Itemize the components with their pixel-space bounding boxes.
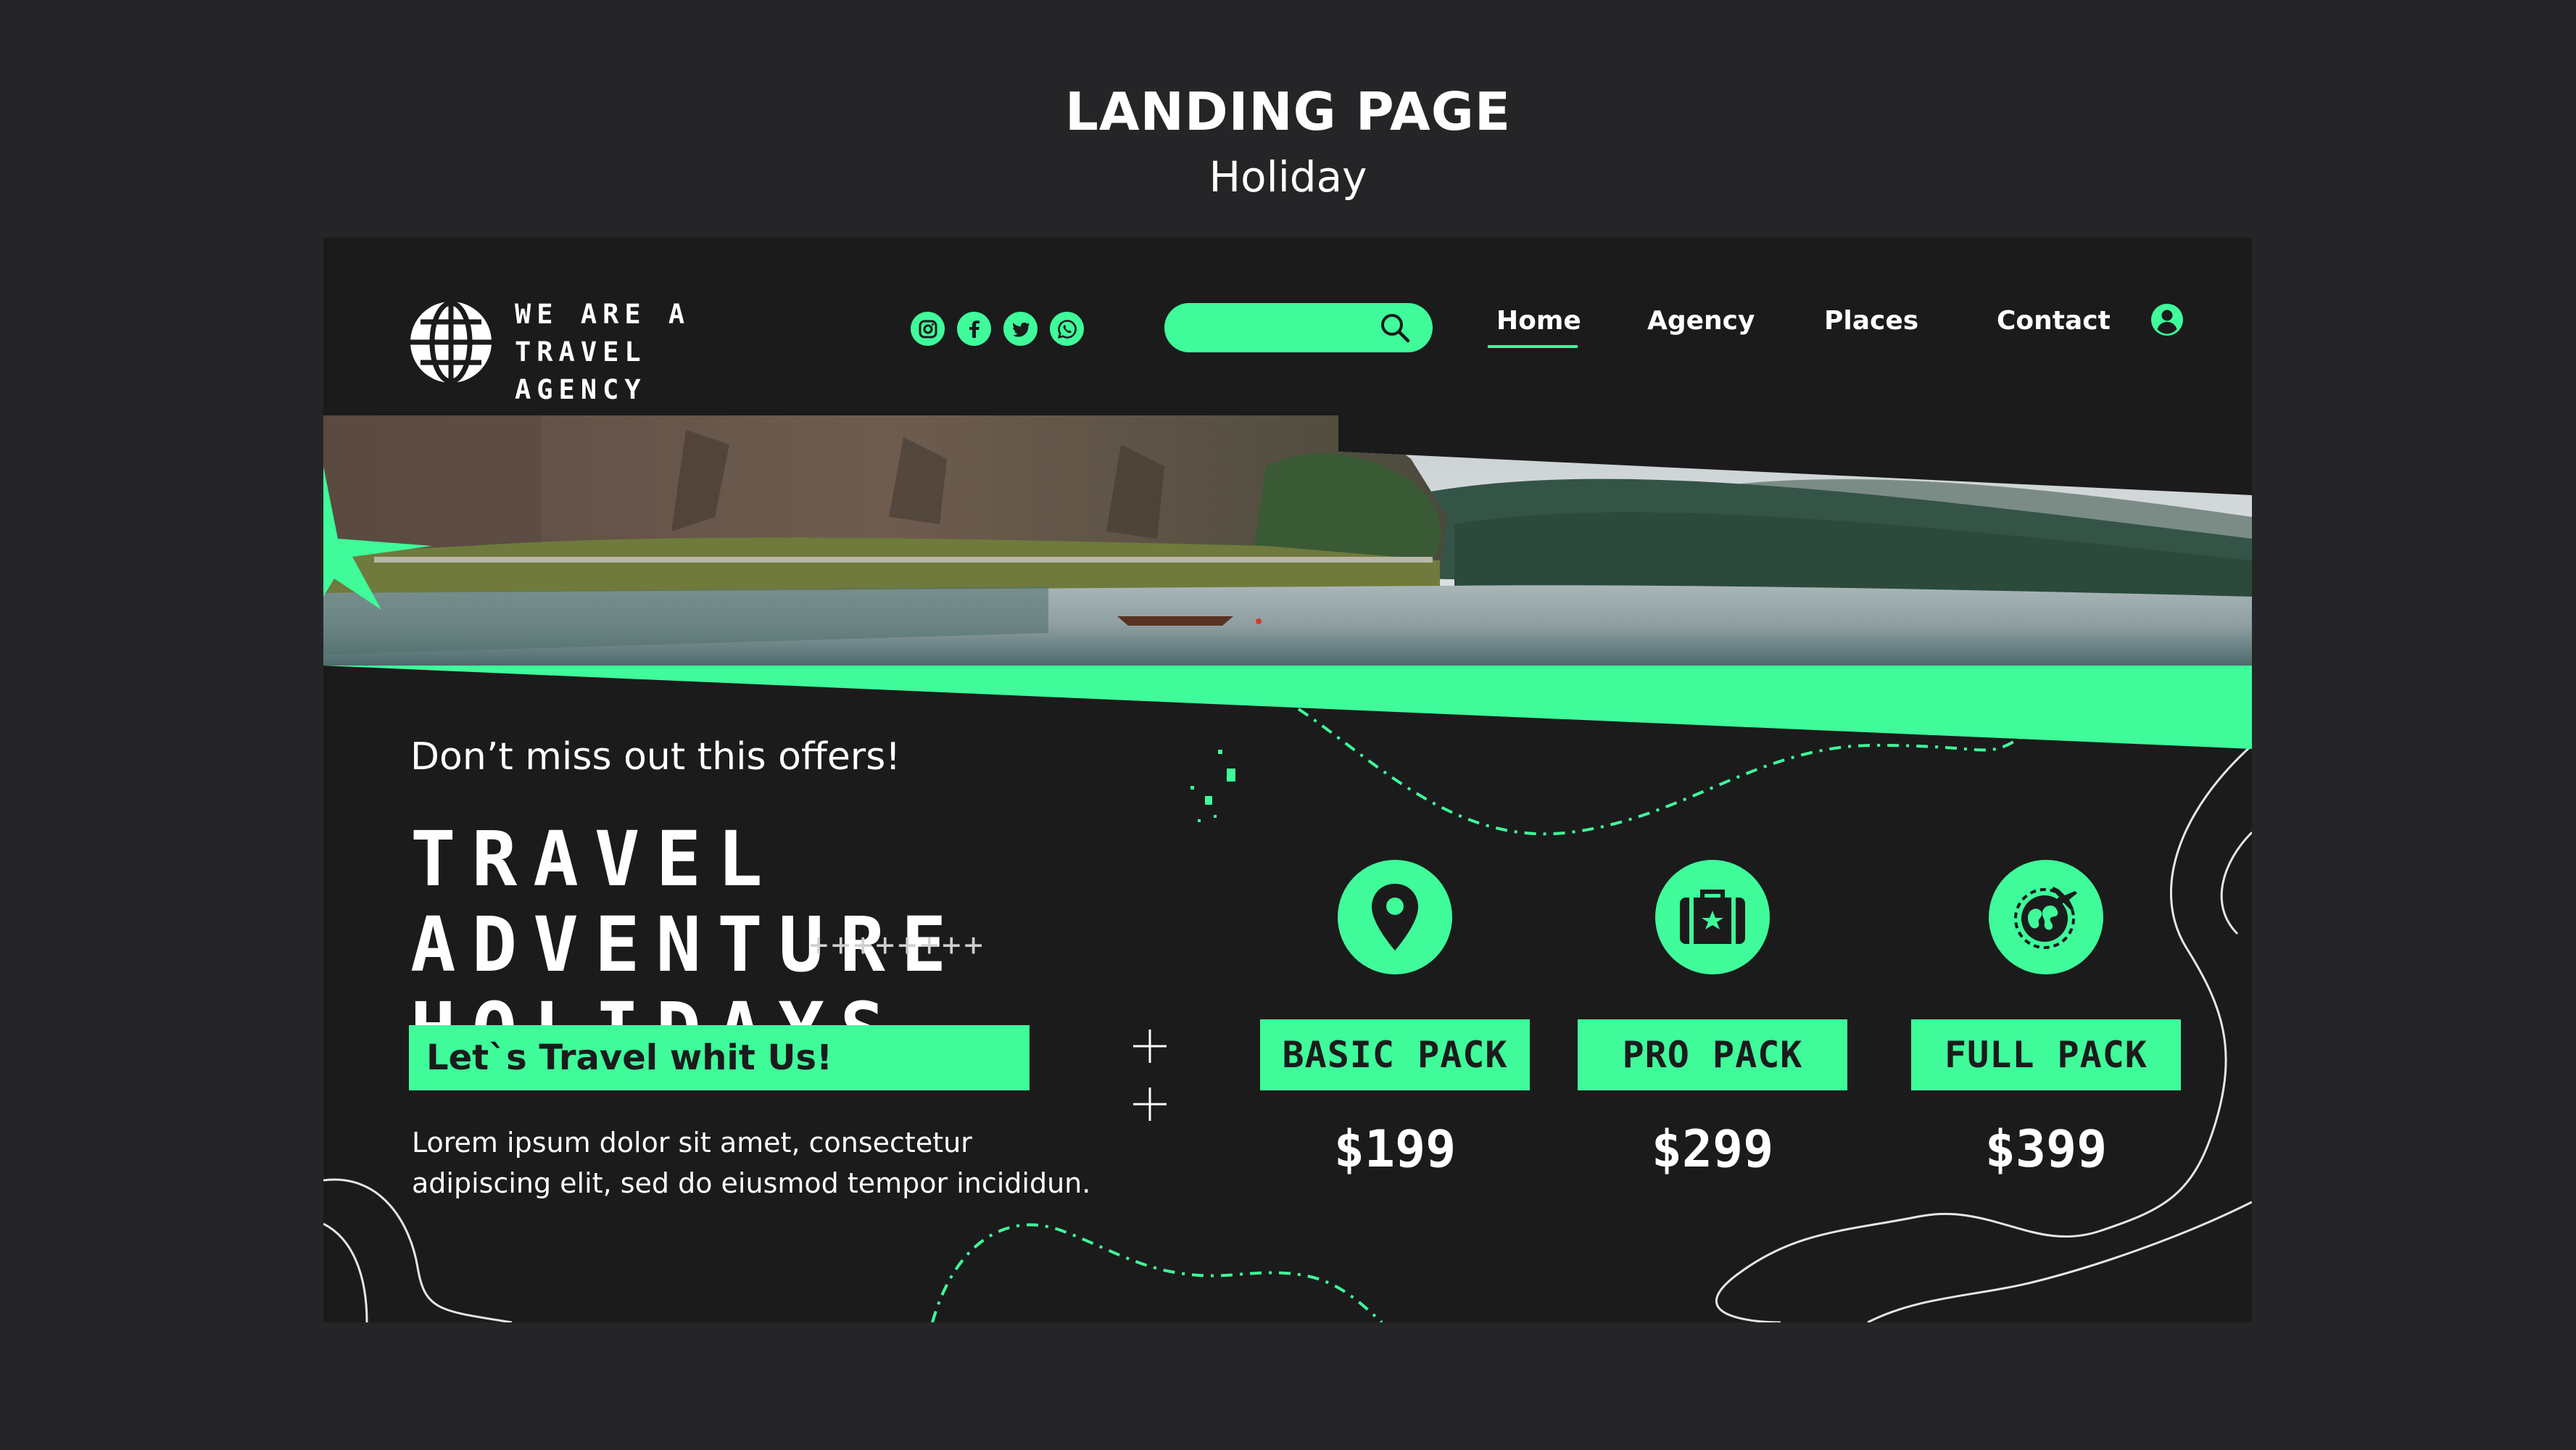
showcase-subtitle: Holiday — [1209, 152, 1367, 202]
brand-name: WE ARE A TRAVEL AGENCY — [515, 296, 819, 409]
nav-agency[interactable]: Agency — [1647, 306, 1755, 336]
pack-pro-price: $299 — [1651, 1119, 1774, 1179]
pack-pro-button[interactable]: PRO PACK — [1578, 1019, 1847, 1090]
user-icon[interactable] — [2150, 303, 2184, 336]
brand-line-2: AGENCY — [515, 374, 647, 405]
nav-places[interactable]: Places — [1824, 306, 1918, 336]
cta-button[interactable]: Let`s Travel whit Us! — [409, 1025, 1030, 1090]
brand-line-1: WE ARE A TRAVEL — [515, 299, 691, 368]
twitter-icon[interactable] — [1003, 312, 1038, 346]
pack-full-button[interactable]: FULL PACK — [1911, 1019, 2181, 1090]
search-bar — [1164, 303, 1433, 352]
headline-line-1: TRAVEL ADVENTURE — [410, 815, 963, 989]
nav-contact[interactable]: Contact — [1997, 306, 2111, 336]
pack-pro: PRO PACK $299 — [1578, 860, 1847, 1179]
description-text: Lorem ipsum dolor sit amet, consectetur … — [412, 1127, 1091, 1199]
landing-page: WE ARE A TRAVEL AGENCY Home Agency Place… — [323, 238, 2252, 1322]
plus-decoration: ++++++++ — [809, 927, 986, 964]
location-pin-icon — [1338, 860, 1452, 974]
pack-full-price: $399 — [1984, 1119, 2108, 1179]
nav-home[interactable]: Home — [1496, 306, 1581, 336]
social-links — [911, 312, 1084, 346]
showcase-title: LANDING PAGE — [1065, 81, 1511, 142]
globe-icon[interactable] — [409, 300, 493, 384]
offer-text: Don’t miss out this offers! — [410, 735, 901, 779]
earth-plane-icon — [1989, 860, 2103, 974]
search-input[interactable] — [1186, 310, 1378, 347]
nav-active-underline — [1488, 345, 1578, 348]
instagram-icon[interactable] — [911, 312, 945, 346]
pack-basic: BASIC PACK $199 — [1260, 860, 1530, 1179]
whatsapp-icon[interactable] — [1050, 312, 1084, 346]
pack-full: FULL PACK $399 — [1911, 860, 2181, 1179]
pack-basic-button[interactable]: BASIC PACK — [1260, 1019, 1530, 1090]
facebook-icon[interactable] — [957, 312, 991, 346]
search-icon[interactable] — [1379, 312, 1411, 344]
pack-basic-price: $199 — [1333, 1119, 1457, 1179]
suitcase-icon — [1655, 860, 1770, 974]
